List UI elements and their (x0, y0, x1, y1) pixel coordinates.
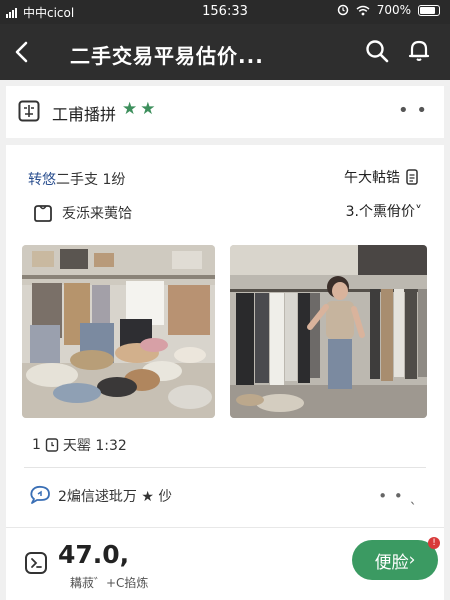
seller-text: 2煸信逑玭万 ★ 仯 (58, 489, 173, 505)
battery-percent: 700% (376, 3, 411, 17)
chat-icon (30, 485, 50, 504)
clock-icon (45, 438, 59, 452)
back-arrow-icon[interactable] (10, 38, 34, 66)
document-icon (406, 169, 418, 185)
listing-card: 转悠二手支 1纷 午大軲锆 叐泺来荑饸 3.个熏佾价˅ 1 天罂 1:32 2煸… (6, 145, 444, 600)
chevron-right-icon: › (408, 550, 416, 570)
listing-photo-1[interactable] (22, 245, 215, 418)
search-icon[interactable] (364, 38, 390, 64)
divider (24, 467, 426, 468)
listing-info: 二手支 1纷 (56, 172, 126, 188)
listing-summary: 转悠二手支 1纷 (28, 169, 125, 189)
valuation-dropdown[interactable]: 3.个熏佾价˅ (346, 201, 422, 221)
bag-icon (34, 205, 52, 222)
listing-detail-label: 午大軲锆 (344, 170, 400, 186)
more-icon[interactable]: • • (398, 100, 428, 121)
status-bar: 中中cicol 156:33 700% (0, 0, 450, 24)
page-title: 二手交易平易估价... (70, 44, 264, 68)
notification-badge: ! (428, 537, 440, 549)
meta-label: 天罂 1:32 (62, 438, 127, 454)
listing-meta: 1 天罂 1:32 (32, 435, 127, 455)
battery-icon (418, 4, 440, 16)
rating-stars: ★★ (122, 99, 159, 119)
listing-tag[interactable]: 转悠 (28, 172, 56, 188)
alarm-icon (337, 4, 348, 16)
category-row[interactable]: 叐泺来荑饸 (32, 203, 132, 223)
listing-detail-link[interactable]: 午大軲锆 (344, 167, 418, 187)
price-subtitle: 耩菽゛+C掐炼 (70, 576, 149, 590)
shop-header[interactable]: 工甫播拼 ★★ • • (6, 86, 444, 138)
listing-photo-2[interactable] (230, 245, 427, 418)
seller-row[interactable]: 2煸信逑玭万 ★ 仯 (28, 485, 172, 507)
category-label: 叐泺来荑饸 (62, 206, 132, 222)
price: 47.0, (58, 540, 130, 569)
wifi-icon (356, 5, 370, 15)
seller-more-icon[interactable]: • • ˎ (378, 487, 418, 505)
buy-button[interactable]: 便脸 › (352, 540, 438, 580)
bell-icon[interactable] (406, 38, 432, 64)
meta-count: 1 (32, 437, 41, 453)
shop-icon (18, 100, 40, 122)
return-icon[interactable] (24, 551, 48, 575)
status-right: 700% (337, 3, 440, 17)
nav-bar: 二手交易平易估价... (0, 24, 450, 80)
shop-name: 工甫播拼 (52, 105, 117, 124)
buy-button-label: 便脸 (374, 552, 409, 573)
divider (6, 527, 444, 528)
